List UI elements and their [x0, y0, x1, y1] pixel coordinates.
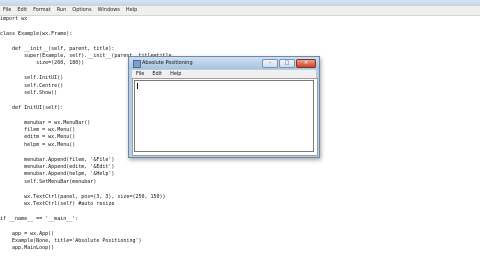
code-line: self.Centre()	[0, 82, 64, 89]
close-button[interactable]: ✕	[296, 59, 316, 68]
editor-menu-bar: File Edit Format Run Options Windows Help	[0, 6, 480, 16]
code-line: def InitUI(self):	[0, 104, 64, 111]
code-line: app = wx.App()	[0, 230, 55, 237]
code-line: menubar.Append(helpm, '&Help')	[0, 171, 115, 178]
code-line: self.SetMenuBar(menubar)	[0, 178, 97, 185]
editor-menu-help[interactable]: Help	[123, 6, 140, 15]
window-title-bar[interactable]: Absolute Positioning – □ ✕	[129, 57, 319, 69]
window-menu-edit[interactable]: Edit	[148, 70, 166, 78]
code-line: menubar = wx.MenuBar()	[0, 119, 91, 126]
code-line: Example(None, title='Absolute Positionin…	[0, 238, 142, 244]
editor-menu-options[interactable]: Options	[69, 6, 94, 15]
window-menu-bar: File Edit Help	[132, 70, 316, 78]
editor-menu-edit[interactable]: Edit	[14, 6, 30, 15]
text-control[interactable]	[134, 80, 314, 152]
code-line: import wx	[0, 16, 28, 22]
window-client-area	[132, 78, 318, 156]
code-line: filem = wx.Menu()	[0, 127, 76, 133]
text-caret	[137, 83, 138, 89]
maximize-button[interactable]: □	[279, 59, 295, 68]
code-line: self.Show()	[0, 90, 58, 96]
editor-menu-run[interactable]: Run	[54, 6, 70, 15]
desktop: File Edit Format Run Options Windows Help impo…	[0, 0, 480, 270]
minimize-button[interactable]: –	[262, 59, 278, 68]
editor-menu-format[interactable]: Format	[30, 6, 54, 15]
code-line: self.InitUI()	[0, 75, 64, 82]
window-menu-file[interactable]: File	[132, 70, 148, 78]
code-line: menubar.Append(filem, '&File')	[0, 156, 115, 163]
code-line: editm = wx.Menu()	[0, 134, 76, 141]
window-title: Absolute Positioning	[142, 60, 193, 66]
code-line: menubar.Append(editm, '&Edit')	[0, 164, 115, 170]
editor-menu-windows[interactable]: Windows	[95, 6, 123, 15]
code-line: wx.TextCtrl(panel, pos=(3, 3), size=(250…	[0, 193, 166, 200]
code-line: class Example(wx.Frame):	[0, 30, 73, 37]
absolute-positioning-window[interactable]: Absolute Positioning – □ ✕ File Edit Help	[128, 56, 320, 158]
code-line: wx.TextCtrl(self) #auto resize	[0, 201, 115, 207]
code-line: size=(260, 180))	[0, 60, 85, 67]
editor-menu-file[interactable]: File	[0, 6, 14, 15]
window-menu-help[interactable]: Help	[166, 70, 185, 78]
code-line: def __init__(self, parent, title):	[0, 45, 115, 52]
code-line: app.MainLoop()	[0, 245, 55, 252]
app-icon	[133, 60, 141, 68]
code-line: helpm = wx.Menu()	[0, 141, 76, 148]
code-line: if __name__ == '__main__':	[0, 215, 79, 222]
